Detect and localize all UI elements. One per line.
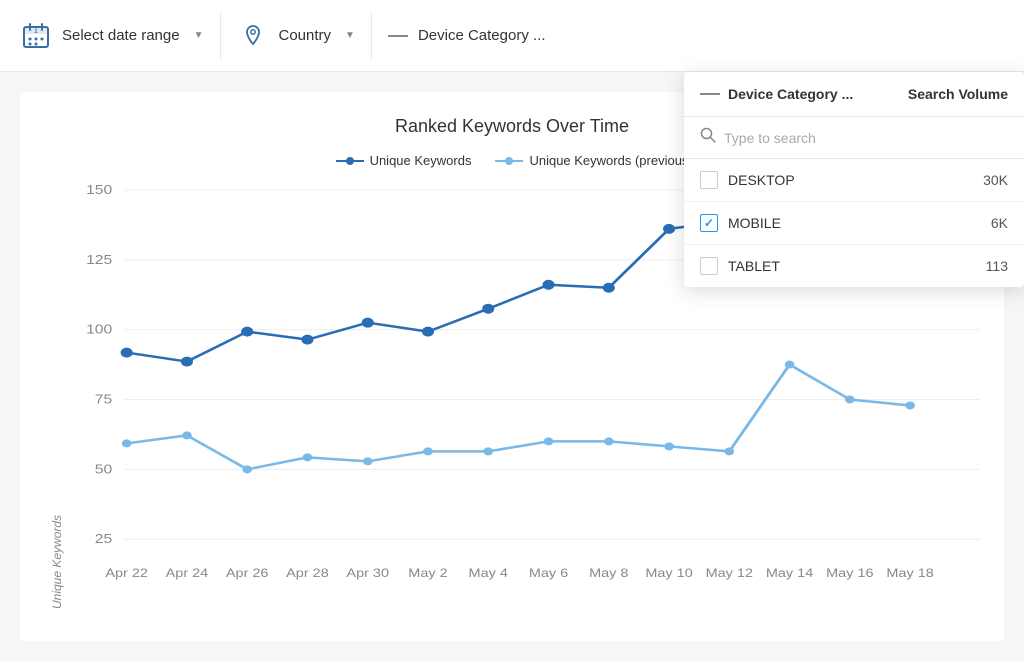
legend-line-prev bbox=[495, 155, 523, 167]
svg-text:May 6: May 6 bbox=[529, 566, 568, 580]
legend-line-unique bbox=[336, 155, 364, 167]
svg-text:May 16: May 16 bbox=[826, 566, 873, 580]
mobile-label: MOBILE bbox=[728, 215, 981, 231]
dropdown-header-search-volume: Search Volume bbox=[908, 86, 1008, 102]
svg-text:May 10: May 10 bbox=[645, 566, 692, 580]
svg-text:125: 125 bbox=[86, 253, 112, 267]
svg-text:Apr 30: Apr 30 bbox=[346, 566, 389, 580]
svg-text:25: 25 bbox=[95, 532, 112, 546]
tablet-count: 113 bbox=[986, 258, 1008, 274]
svg-text:May 12: May 12 bbox=[706, 566, 753, 580]
tablet-label: TABLET bbox=[728, 258, 976, 274]
dropdown-item-tablet[interactable]: TABLET 113 bbox=[684, 245, 1024, 287]
device-category-filter[interactable]: Device Category ... bbox=[372, 19, 562, 52]
desktop-label: DESKTOP bbox=[728, 172, 973, 188]
svg-text:Apr 28: Apr 28 bbox=[286, 566, 329, 580]
search-icon bbox=[700, 127, 716, 148]
date-range-filter[interactable]: 1 Select date range ▼ bbox=[20, 12, 221, 60]
date-range-label: Select date range bbox=[62, 27, 180, 44]
svg-text:Apr 24: Apr 24 bbox=[166, 566, 209, 580]
legend-label-unique: Unique Keywords bbox=[370, 153, 472, 168]
svg-text:Apr 22: Apr 22 bbox=[105, 566, 148, 580]
dropdown-header-title: Device Category ... bbox=[728, 86, 900, 102]
dropdown-item-mobile[interactable]: MOBILE 6K bbox=[684, 202, 1024, 245]
device-category-label: Device Category ... bbox=[418, 27, 546, 44]
svg-text:May 4: May 4 bbox=[469, 566, 508, 580]
country-filter[interactable]: Country ▼ bbox=[221, 12, 372, 60]
search-row bbox=[684, 117, 1024, 159]
svg-text:May 8: May 8 bbox=[589, 566, 628, 580]
svg-text:Apr 26: Apr 26 bbox=[226, 566, 269, 580]
svg-text:100: 100 bbox=[86, 323, 112, 337]
dropdown-dash-icon bbox=[700, 93, 720, 95]
svg-text:May 2: May 2 bbox=[408, 566, 447, 580]
country-arrow: ▼ bbox=[345, 30, 355, 41]
y-axis-label: Unique Keywords bbox=[44, 180, 64, 609]
legend-item-unique: Unique Keywords bbox=[336, 153, 472, 168]
country-label: Country bbox=[279, 27, 332, 44]
dropdown-item-desktop[interactable]: DESKTOP 30K bbox=[684, 159, 1024, 202]
mobile-checkbox[interactable] bbox=[700, 214, 718, 232]
top-bar: 1 Select date range ▼ Country ▼ Device C… bbox=[0, 0, 1024, 72]
device-dash-icon bbox=[388, 35, 408, 37]
svg-text:75: 75 bbox=[95, 393, 112, 407]
legend-label-prev: Unique Keywords (previous bbox=[529, 153, 688, 168]
svg-text:May 18: May 18 bbox=[886, 566, 933, 580]
device-search-input[interactable] bbox=[724, 130, 1008, 146]
svg-text:150: 150 bbox=[86, 183, 112, 197]
calendar-icon: 1 bbox=[20, 20, 52, 52]
location-icon bbox=[237, 20, 269, 52]
device-category-dropdown: Device Category ... Search Volume DESKTO… bbox=[684, 72, 1024, 287]
mobile-count: 6K bbox=[991, 215, 1008, 231]
desktop-checkbox[interactable] bbox=[700, 171, 718, 189]
tablet-checkbox[interactable] bbox=[700, 257, 718, 275]
svg-text:50: 50 bbox=[95, 462, 112, 476]
desktop-count: 30K bbox=[983, 172, 1008, 188]
dropdown-header: Device Category ... Search Volume bbox=[684, 72, 1024, 117]
legend-item-prev: Unique Keywords (previous bbox=[495, 153, 688, 168]
main-content: Ranked Keywords Over Time Unique Keyword… bbox=[0, 72, 1024, 661]
svg-text:May 14: May 14 bbox=[766, 566, 813, 580]
date-range-arrow: ▼ bbox=[194, 30, 204, 41]
